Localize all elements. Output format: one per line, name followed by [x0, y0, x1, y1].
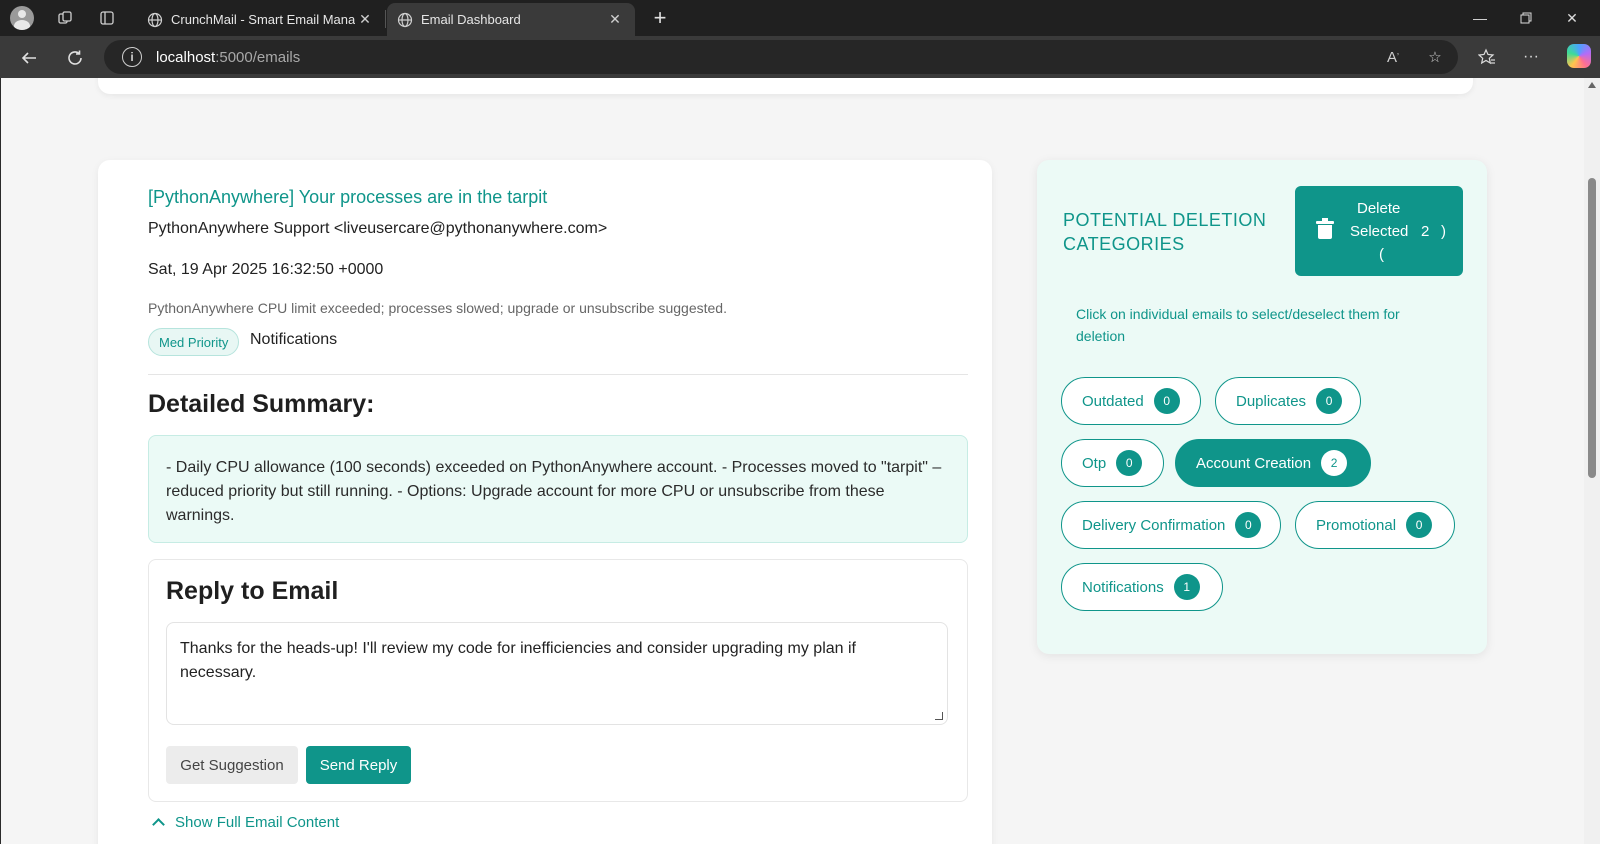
- summary-heading: Detailed Summary:: [148, 390, 375, 418]
- browser-titlebar: CrunchMail - Smart Email Manag ✕ Email D…: [0, 0, 1600, 36]
- url-bar[interactable]: i localhost:5000/emails Aʼ ☆: [104, 40, 1458, 74]
- reply-textarea[interactable]: Thanks for the heads-up! I'll review my …: [166, 622, 948, 725]
- delete-label: Delete: [1357, 200, 1401, 217]
- selected-count: 2: [1421, 223, 1430, 240]
- chip-count: 1: [1173, 574, 1200, 600]
- chip-label: Promotional: [1316, 516, 1397, 534]
- deletion-panel-title: POTENTIAL DELETION CATEGORIES: [1063, 210, 1267, 254]
- globe-icon: [147, 12, 163, 27]
- summary-box: - Daily CPU allowance (100 seconds) exce…: [148, 435, 968, 543]
- reply-text: Thanks for the heads-up! I'll review my …: [180, 640, 856, 681]
- restore-icon[interactable]: [1503, 0, 1549, 36]
- selected-label: Selected: [1350, 223, 1409, 240]
- category-chip-outdated[interactable]: Outdated 0: [1061, 377, 1201, 425]
- url-host: localhost: [156, 48, 216, 66]
- chip-label: Outdated: [1082, 392, 1144, 410]
- chip-count: 0: [1153, 388, 1180, 414]
- delete-selected-button[interactable]: Delete Selected 2 ) (: [1295, 186, 1463, 276]
- refresh-icon[interactable]: [60, 43, 90, 73]
- chip-count: 0: [1316, 388, 1343, 414]
- url-path: :5000/emails: [215, 48, 301, 66]
- chip-count: 0: [1406, 512, 1433, 538]
- email-detail-card: [PythonAnywhere] Your processes are in t…: [98, 160, 992, 844]
- scrollbar-thumb[interactable]: [1588, 178, 1596, 478]
- tab-crunchmail[interactable]: CrunchMail - Smart Email Manag ✕: [137, 3, 385, 36]
- more-icon[interactable]: ···: [1519, 47, 1543, 67]
- scroll-up-icon[interactable]: [1588, 82, 1596, 88]
- chip-count: 2: [1321, 450, 1348, 476]
- email-snippet: PythonAnywhere CPU limit exceeded; proce…: [148, 300, 727, 316]
- back-icon[interactable]: [14, 43, 44, 73]
- show-full-email-toggle[interactable]: Show Full Email Content: [150, 814, 339, 831]
- reply-heading: Reply to Email: [166, 577, 339, 605]
- chip-label: Delivery Confirmation: [1082, 516, 1226, 534]
- category-chip-delivery-confirmation[interactable]: Delivery Confirmation 0: [1061, 501, 1281, 549]
- paren-open: (: [1379, 246, 1384, 263]
- page-content: [PythonAnywhere] Your processes are in t…: [0, 78, 1584, 844]
- workspaces-icon[interactable]: [50, 3, 80, 33]
- paren-close: ): [1441, 223, 1446, 240]
- favorite-star-icon[interactable]: ☆: [1424, 46, 1446, 68]
- address-toolbar: i localhost:5000/emails Aʼ ☆ ···: [0, 36, 1600, 78]
- copilot-icon[interactable]: [1567, 44, 1591, 68]
- reply-card: Reply to Email Thanks for the heads-up! …: [148, 559, 968, 802]
- priority-badge: Med Priority: [148, 328, 240, 356]
- tab-separator: [385, 10, 386, 28]
- header-card: [98, 78, 1473, 94]
- category-chip-promotional[interactable]: Promotional 0: [1295, 501, 1455, 549]
- trash-icon: [1316, 218, 1334, 239]
- info-icon[interactable]: i: [122, 47, 142, 67]
- chip-count: 0: [1116, 450, 1143, 476]
- chip-label: Otp: [1082, 454, 1107, 472]
- email-subject[interactable]: [PythonAnywhere] Your processes are in t…: [148, 187, 547, 208]
- new-tab-icon[interactable]: +: [645, 3, 675, 33]
- email-sender: PythonAnywhere Support <liveusercare@pyt…: [148, 220, 608, 237]
- category-chip-account-creation[interactable]: Account Creation 2: [1175, 439, 1371, 487]
- chip-count: 0: [1235, 512, 1262, 538]
- resize-handle-icon[interactable]: [935, 712, 943, 720]
- category-chip-notifications[interactable]: Notifications 1: [1061, 563, 1223, 611]
- minimize-icon[interactable]: —: [1457, 0, 1503, 36]
- close-icon[interactable]: ✕: [355, 11, 375, 28]
- favorites-icon[interactable]: [1475, 47, 1499, 67]
- close-icon[interactable]: ✕: [605, 11, 625, 28]
- close-window-icon[interactable]: ✕: [1549, 0, 1595, 36]
- globe-icon: [397, 12, 413, 27]
- tab-title: CrunchMail - Smart Email Manag: [171, 12, 355, 27]
- deletion-hint: Click on individual emails to select/des…: [1076, 306, 1400, 344]
- vertical-tabs-icon[interactable]: [92, 3, 122, 33]
- get-suggestion-button[interactable]: Get Suggestion: [166, 746, 298, 784]
- email-category: Notifications: [250, 331, 338, 348]
- show-full-label: Show Full Email Content: [175, 814, 340, 831]
- divider: [148, 374, 968, 375]
- email-date: Sat, 19 Apr 2025 16:32:50 +0000: [148, 261, 384, 278]
- chevron-up-icon: [152, 818, 165, 831]
- chip-label: Notifications: [1082, 578, 1164, 596]
- tab-email-dashboard[interactable]: Email Dashboard ✕: [387, 3, 635, 36]
- tab-title: Email Dashboard: [421, 12, 521, 27]
- chip-label: Duplicates: [1236, 392, 1307, 410]
- url-text: localhost:5000/emails: [156, 49, 300, 66]
- category-chip-duplicates[interactable]: Duplicates 0: [1215, 377, 1361, 425]
- read-aloud-icon[interactable]: Aʼ: [1382, 46, 1404, 68]
- page-scrollbar[interactable]: [1584, 78, 1600, 844]
- send-reply-button[interactable]: Send Reply: [306, 746, 411, 784]
- deletion-panel: POTENTIAL DELETION CATEGORIES Delete Sel…: [1037, 160, 1487, 654]
- chip-label: Account Creation: [1196, 454, 1312, 472]
- category-chip-otp[interactable]: Otp 0: [1061, 439, 1164, 487]
- profile-icon[interactable]: [10, 6, 34, 30]
